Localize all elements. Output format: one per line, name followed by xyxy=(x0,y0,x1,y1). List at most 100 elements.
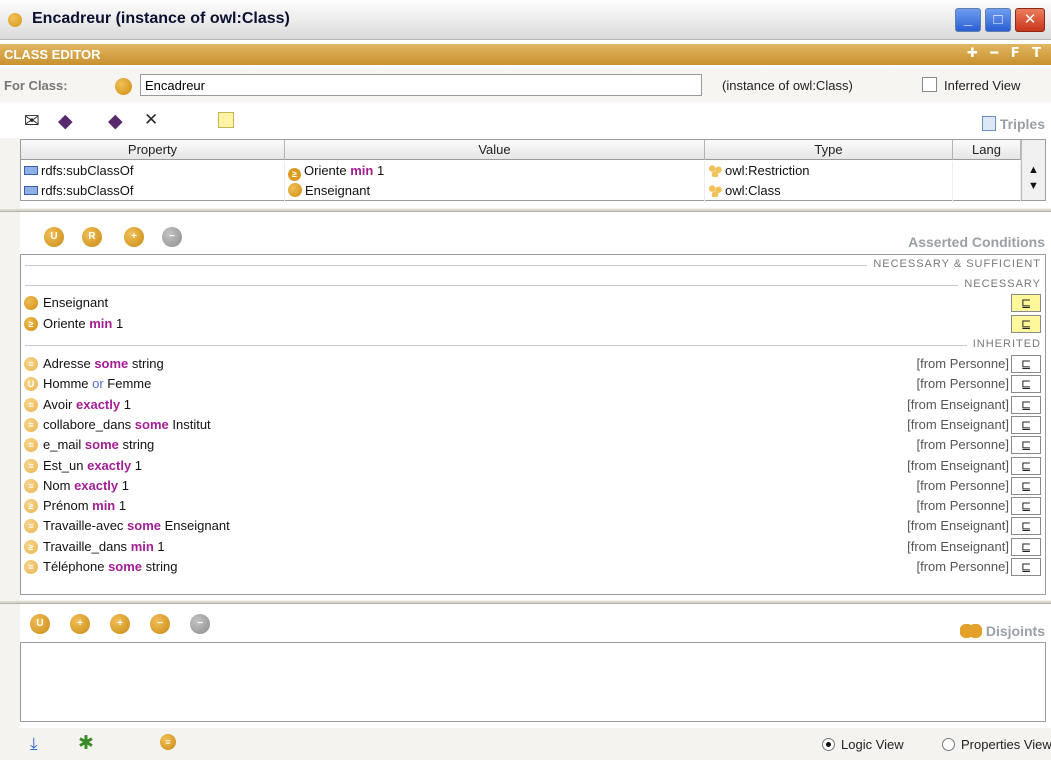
inherited-condition-row[interactable]: ≡ collabore_dans some Institut [from Ensei… xyxy=(21,415,1045,435)
add-existing-value-icon[interactable]: ◆ xyxy=(108,110,123,132)
create-property-icon[interactable]: ✉ xyxy=(24,110,40,132)
restriction-icon: ≥ xyxy=(24,317,38,331)
table-row[interactable]: rdfs:subClassOf ≥ Oriente min 1 owl:Restr… xyxy=(21,161,1021,181)
subclass-icon[interactable]: ⊑ xyxy=(1011,315,1041,333)
condition-expression: Oriente min 1 xyxy=(43,316,124,331)
class-icon xyxy=(288,183,302,197)
inherited-from-label: [from Personne] xyxy=(916,477,1010,493)
value-cell: Enseignant xyxy=(285,181,705,201)
disjoints-panel[interactable] xyxy=(20,642,1046,722)
close-button[interactable]: ✕ xyxy=(1015,8,1045,32)
subclass-icon[interactable]: ⊑ xyxy=(1011,558,1041,576)
subclass-icon[interactable]: ⊑ xyxy=(1011,375,1041,394)
add-siblings-disjoint-icon[interactable]: + xyxy=(110,614,130,634)
splitter[interactable] xyxy=(0,208,1051,212)
create-disjoint-class-icon[interactable]: U xyxy=(30,614,50,634)
section-label: INHERITED xyxy=(966,338,1041,350)
inherited-condition-row[interactable]: ≡ Est_un exactly 1 [from Enseignant] ⊑ xyxy=(21,456,1045,476)
disjoints-label: Disjoints xyxy=(985,623,1045,639)
subclass-icon[interactable]: ⊑ xyxy=(1011,456,1041,475)
triples-title[interactable]: Triples xyxy=(981,116,1045,132)
condition-expression: Est_un exactly 1 xyxy=(43,457,143,473)
delete-value-icon[interactable]: ✕ xyxy=(144,110,158,130)
inherited-condition-row[interactable]: ≡ Nom exactly 1 [from Personne] ⊑ xyxy=(21,476,1045,496)
asserted-conditions-panel: NECESSARY & SUFFICIENT NECESSARY Enseign… xyxy=(20,254,1046,595)
restriction-icon: ≡ xyxy=(24,438,38,453)
subclass-icon[interactable]: ⊑ xyxy=(1011,517,1041,536)
remove-siblings-disjoint-icon[interactable]: − xyxy=(150,614,170,634)
inherited-from-label: [from Personne] xyxy=(916,376,1010,392)
inherited-condition-row[interactable]: ≡ e_mail some string [from Personne] ⊑ xyxy=(21,435,1045,455)
class-editor-header: CLASS EDITOR ✚ ━ F T xyxy=(0,44,1051,65)
subclass-icon[interactable]: ⊑ xyxy=(1011,355,1041,373)
class-icon xyxy=(115,78,132,95)
triples-icon xyxy=(981,116,996,131)
asserted-conditions-title: Asserted Conditions xyxy=(908,234,1045,250)
subclass-icon[interactable]: ⊑ xyxy=(1011,395,1041,414)
condition-expression: Homme or Femme xyxy=(43,376,152,392)
value-text: 1 xyxy=(373,163,385,178)
restriction-icon: ≥ xyxy=(24,499,38,514)
subclass-icon[interactable]: ⊑ xyxy=(1011,497,1041,516)
add-disjoint-class-icon[interactable]: + xyxy=(70,614,90,634)
create-named-class-icon[interactable]: U xyxy=(44,227,64,247)
inherited-condition-row[interactable]: ≡ Avoir exactly 1 [from Enseignant] ⊑ xyxy=(21,395,1045,415)
bug-icon[interactable]: ✱ xyxy=(78,732,94,754)
minimize-button[interactable]: _ xyxy=(955,8,981,32)
inherited-from-label: [from Enseignant] xyxy=(907,538,1009,554)
create-restriction-icon[interactable]: R xyxy=(82,227,102,247)
condition-expression: Enseignant xyxy=(43,295,109,310)
condition-row[interactable]: Enseignant ⊑ xyxy=(21,293,1045,313)
section-separator: NECESSARY & SUFFICIENT xyxy=(25,258,1041,272)
table-header: Property Value Type Lang xyxy=(21,140,1021,160)
condition-row[interactable]: ≥ Oriente min 1 ⊑ xyxy=(21,314,1045,334)
lang-cell xyxy=(953,161,1021,181)
equivalent-class-icon[interactable]: ≡ xyxy=(160,734,176,750)
inherited-condition-row[interactable]: ≥ Prénom min 1 [from Personne] ⊑ xyxy=(21,496,1045,516)
class-name-field[interactable] xyxy=(140,74,702,96)
column-header-type[interactable]: Type xyxy=(705,140,953,160)
logic-view-radio[interactable] xyxy=(822,738,835,751)
section-separator: NECESSARY xyxy=(25,278,1041,292)
table-scrollbar[interactable]: ▲ ▼ xyxy=(1021,140,1045,200)
add-named-class-icon[interactable]: + xyxy=(124,227,144,247)
header-icons[interactable]: ✚ ━ F T xyxy=(967,46,1045,61)
scroll-up-icon[interactable]: ▲ xyxy=(1028,164,1039,176)
add-value-icon[interactable]: ◆ xyxy=(58,110,73,132)
type-text: owl:Restriction xyxy=(725,163,810,178)
properties-view-radio[interactable] xyxy=(942,738,955,751)
subclass-icon[interactable]: ⊑ xyxy=(1011,436,1041,455)
property-text: rdfs:subClassOf xyxy=(41,163,134,178)
inherited-from-label: [from Enseignant] xyxy=(907,396,1009,412)
subclass-icon[interactable]: ⊑ xyxy=(1011,537,1041,556)
column-header-property[interactable]: Property xyxy=(21,140,285,160)
inherited-condition-row[interactable]: U Homme or Femme [from Personne] ⊑ xyxy=(21,374,1045,394)
inherited-condition-row[interactable]: ≡ Téléphone some string [from Personne] ⊑ xyxy=(21,557,1045,577)
column-header-value[interactable]: Value xyxy=(285,140,705,160)
maximize-button[interactable]: □ xyxy=(985,8,1011,32)
type-cell: owl:Class xyxy=(705,181,953,201)
restriction-icon: ≡ xyxy=(24,560,38,574)
disjoints-title: Disjoints xyxy=(959,623,1045,639)
remove-class-icon[interactable]: − xyxy=(162,227,182,247)
type-icon xyxy=(708,165,722,177)
inherited-condition-row[interactable]: ≡ Travaille-avec some Enseignant [from Ens… xyxy=(21,516,1045,536)
subclass-icon[interactable]: ⊑ xyxy=(1011,294,1041,312)
subclass-icon[interactable]: ⊑ xyxy=(1011,415,1041,434)
scroll-down-icon[interactable]: ▼ xyxy=(1028,180,1039,192)
splitter[interactable] xyxy=(0,600,1051,604)
remove-disjoint-icon[interactable]: − xyxy=(190,614,210,634)
table-row[interactable]: rdfs:subClassOf Enseignant owl:Class xyxy=(21,181,1021,201)
lang-cell xyxy=(953,181,1021,201)
inferred-view-checkbox[interactable] xyxy=(922,77,937,92)
inherited-condition-row[interactable]: ≡ Adresse some string [from Personne] ⊑ xyxy=(21,354,1045,374)
column-header-lang[interactable]: Lang xyxy=(953,140,1021,160)
annotation-note-icon[interactable] xyxy=(218,112,234,128)
subclass-icon[interactable]: ⊑ xyxy=(1011,476,1041,495)
export-icon[interactable]: ⤓ xyxy=(30,734,38,754)
restriction-icon: ≡ xyxy=(24,458,38,473)
inherited-condition-row[interactable]: ≥ Travaille_dans min 1 [from Enseignant] ⊑ xyxy=(21,537,1045,557)
logic-view-label: Logic View xyxy=(841,737,904,752)
value-text: Oriente xyxy=(304,163,351,178)
section-separator: INHERITED xyxy=(25,338,1041,352)
